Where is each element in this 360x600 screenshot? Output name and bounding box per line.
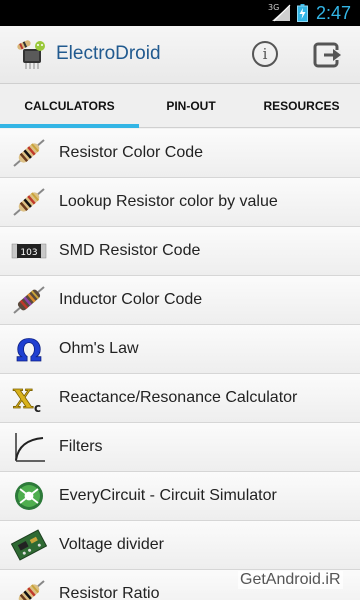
- list-item-label: Voltage divider: [59, 536, 164, 553]
- electrodroid-logo-icon: [17, 40, 45, 69]
- action-bar: ElectroDroid i: [0, 26, 360, 84]
- list-item-label: Resistor Ratio: [59, 585, 160, 600]
- list-item-inductor-color-code[interactable]: Inductor Color Code: [0, 276, 360, 325]
- signal-icon: [272, 4, 291, 22]
- resistor-icon: [13, 139, 45, 167]
- status-bar: 3G 2:47: [0, 0, 360, 26]
- reactance-subscript: c: [34, 401, 41, 414]
- list-item-label: Lookup Resistor color by value: [59, 193, 278, 210]
- list-item-label: Ohm's Law: [59, 340, 139, 357]
- list-item-label: Filters: [59, 438, 103, 455]
- inductor-icon: [13, 286, 45, 314]
- exit-icon[interactable]: [313, 42, 343, 68]
- list-item-label: Reactance/Resonance Calculator: [59, 389, 298, 406]
- tab-calculators[interactable]: CALCULATORS: [0, 84, 139, 128]
- list-item-ohms-law[interactable]: Ω Ohm's Law: [0, 325, 360, 374]
- list-item-label: Inductor Color Code: [59, 291, 203, 308]
- resistor-icon: [13, 188, 45, 216]
- reactance-icon: X c: [13, 385, 42, 414]
- list-item-everycircuit[interactable]: EveryCircuit - Circuit Simulator: [0, 472, 360, 521]
- resistor-icon: [18, 580, 45, 600]
- app-title: ElectroDroid: [56, 43, 161, 64]
- tab-bar: CALCULATORS PIN-OUT RESOURCES: [0, 84, 360, 128]
- calculator-list: Resistor Color Code Lookup Resistor colo…: [0, 129, 360, 600]
- list-item-smd-resistor-code[interactable]: 103 SMD Resistor Code: [0, 227, 360, 276]
- tab-pin-out[interactable]: PIN-OUT: [139, 84, 243, 128]
- omega-symbol: Ω: [16, 334, 42, 365]
- list-item-lookup-resistor[interactable]: Lookup Resistor color by value: [0, 178, 360, 227]
- omega-icon: Ω: [16, 334, 42, 365]
- smd-code-text: 103: [20, 248, 37, 258]
- list-item-reactance-resonance[interactable]: X c Reactance/Resonance Calculator: [0, 374, 360, 423]
- list-item-filters[interactable]: Filters: [0, 423, 360, 472]
- list-item-label: Resistor Color Code: [59, 144, 204, 161]
- info-icon[interactable]: i: [252, 41, 278, 67]
- list-item-voltage-divider[interactable]: Voltage divider: [0, 521, 360, 570]
- watermark: GetAndroid.iR: [238, 571, 343, 589]
- tab-resources[interactable]: RESOURCES: [243, 84, 360, 128]
- reactance-x-symbol: X: [13, 385, 34, 414]
- selected-tab-indicator: [0, 124, 139, 128]
- smd-resistor-icon: 103: [11, 243, 47, 259]
- battery-charging-icon: [297, 4, 308, 22]
- list-item-resistor-color-code[interactable]: Resistor Color Code: [0, 129, 360, 178]
- filter-curve-icon: [15, 433, 45, 462]
- list-item-label: SMD Resistor Code: [59, 242, 201, 259]
- list-item-label: EveryCircuit - Circuit Simulator: [59, 487, 277, 504]
- circuit-board-icon: [11, 529, 47, 561]
- everycircuit-icon: [15, 482, 43, 510]
- clock: 2:47: [316, 3, 352, 23]
